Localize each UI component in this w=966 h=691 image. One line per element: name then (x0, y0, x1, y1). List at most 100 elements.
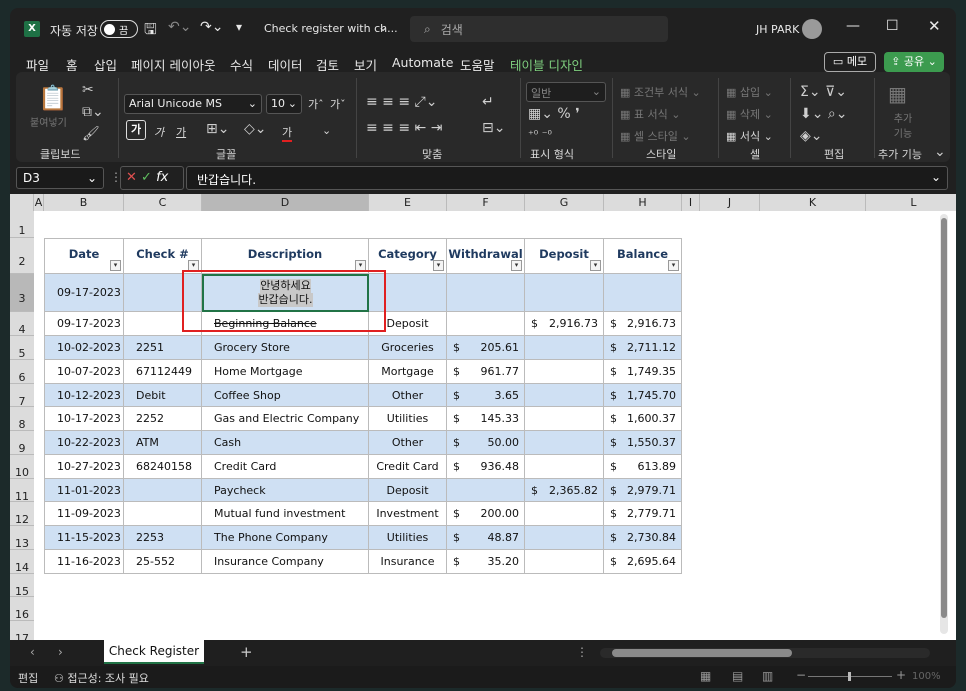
worksheet-grid[interactable]: A B C D E F G H I J K L 1 2 3 4 5 6 7 8 9 10 11 12 13 14 15 16 17 Dat… (10, 194, 956, 640)
row-header-16[interactable]: 16 (10, 597, 34, 621)
row-header-8[interactable]: 8 (10, 407, 34, 431)
copy-icon[interactable]: ⧉⌄ (82, 104, 104, 120)
column-header-i[interactable]: I (682, 194, 700, 211)
table-cell[interactable]: 10-07-2023 (44, 360, 124, 384)
currency-icon[interactable]: ▦⌄ % ❜ (528, 106, 580, 122)
row-header-2[interactable]: 2 (10, 238, 34, 274)
insert-cells-button[interactable]: ▦ 삽입 ⌄ (726, 84, 773, 100)
zoom-out-icon[interactable]: − (796, 668, 806, 682)
filter-dropdown-icon[interactable]: ▾ (590, 260, 601, 271)
phonetic-icon[interactable]: ⌄ (322, 124, 331, 137)
format-painter-icon[interactable]: 🖌 (82, 126, 100, 142)
cell-styles-button[interactable]: ▦ 셀 스타일 ⌄ (620, 128, 691, 144)
table-cell[interactable]: Utilities (369, 526, 447, 550)
table-cell[interactable]: 10-02-2023 (44, 336, 124, 360)
table-cell[interactable]: 11-15-2023 (44, 526, 124, 550)
zoom-level[interactable]: 100% (912, 671, 941, 682)
column-header-k[interactable]: K (760, 194, 866, 211)
avatar[interactable] (802, 19, 822, 39)
column-header-j[interactable]: J (700, 194, 760, 211)
table-cell[interactable]: 68240158 (124, 455, 202, 479)
format-cells-button[interactable]: ▦ 서식 ⌄ (726, 128, 773, 144)
border-icon[interactable]: ⊞⌄ (206, 121, 229, 137)
clear-icon[interactable]: ◈⌄ (800, 128, 823, 144)
scroll-thumb[interactable] (612, 649, 792, 657)
addins-button[interactable]: 추가 기능 (888, 110, 918, 140)
tab-automate[interactable]: Automate (392, 55, 453, 70)
quick-access-more-icon[interactable]: ▾ (236, 20, 242, 34)
view-layout-icon[interactable]: ▤ (732, 669, 743, 683)
table-cell[interactable]: Deposit (369, 479, 447, 502)
autosum-icon[interactable]: Σ⌄ ⊽⌄ (800, 84, 847, 100)
horizontal-scrollbar[interactable] (600, 648, 930, 658)
align-top-icon[interactable]: ≡ ≡ ≡ ⤢⌄ (366, 94, 437, 110)
underline-button[interactable]: 가 (176, 124, 186, 140)
table-cell[interactable]: Groceries (369, 336, 447, 360)
table-cell[interactable]: The Phone Company (202, 526, 369, 550)
row-header-5[interactable]: 5 (10, 336, 34, 360)
cancel-icon[interactable]: ✕ (126, 170, 137, 185)
save-icon[interactable]: 🖫 (144, 19, 157, 44)
align-left-icon[interactable]: ≡ ≡ ≡ ⇤ ⇥ (366, 120, 442, 136)
table-cell[interactable]: 67112449 (124, 360, 202, 384)
table-cell[interactable]: $1,749.35 (604, 360, 682, 384)
zoom-in-icon[interactable]: + (896, 668, 906, 682)
filter-dropdown-icon[interactable]: ▾ (110, 260, 121, 271)
table-cell[interactable]: Insurance (369, 550, 447, 574)
table-cell[interactable]: $613.89 (604, 455, 682, 479)
sheet-next-icon[interactable]: › (58, 645, 63, 659)
cut-icon[interactable]: ✂ (82, 82, 94, 98)
maximize-icon[interactable]: ☐ (886, 18, 899, 34)
table-cell[interactable]: 10-12-2023 (44, 384, 124, 407)
table-cell[interactable]: 25-552 (124, 550, 202, 574)
memo-button[interactable]: ▭ 메모 (824, 52, 876, 72)
table-cell[interactable]: Cash (202, 431, 369, 455)
decimal-icon[interactable]: ⁺⁰ ⁻⁰ (528, 128, 552, 141)
column-header-l[interactable]: L (866, 194, 956, 211)
table-cell[interactable] (525, 431, 604, 455)
conditional-format-button[interactable]: ▦ 조건부 서식 ⌄ (620, 84, 701, 100)
table-cell[interactable] (525, 360, 604, 384)
fill-icon[interactable]: ⬇⌄ ⌕⌄ (800, 106, 847, 122)
table-cell[interactable]: $1,550.37 (604, 431, 682, 455)
row-header-13[interactable]: 13 (10, 526, 34, 550)
table-cell[interactable]: Insurance Company (202, 550, 369, 574)
table-cell[interactable]: $2,365.82 (525, 479, 604, 502)
user-name[interactable]: JH PARK (756, 23, 799, 36)
accessibility-status[interactable]: ⚇ 접근성: 조사 필요 (54, 670, 149, 686)
table-cell[interactable]: Credit Card (369, 455, 447, 479)
wrap-text-icon[interactable]: ↵ (482, 94, 494, 110)
row-header-14[interactable]: 14 (10, 550, 34, 574)
table-cell[interactable]: 2253 (124, 526, 202, 550)
font-color-button[interactable]: 가 (282, 124, 293, 142)
table-cell[interactable]: Other (369, 431, 447, 455)
row-header-4[interactable]: 4 (10, 312, 34, 336)
view-normal-icon[interactable]: ▦ (700, 669, 711, 683)
table-cell[interactable]: 11-16-2023 (44, 550, 124, 574)
filter-dropdown-icon[interactable]: ▾ (433, 260, 444, 271)
table-cell[interactable]: $1,600.37 (604, 407, 682, 431)
table-cell[interactable] (525, 502, 604, 526)
table-cell[interactable] (525, 550, 604, 574)
addins-icon[interactable]: ▦ (888, 82, 907, 106)
merge-icon[interactable]: ⊟⌄ (482, 120, 505, 136)
add-sheet-icon[interactable]: + (240, 643, 253, 661)
table-cell[interactable]: 2251 (124, 336, 202, 360)
font-name-select[interactable]: Arial Unicode MS ⌄ (124, 94, 262, 114)
table-cell[interactable]: $936.48 (447, 455, 525, 479)
redo-icon[interactable]: ↷⌄ (200, 19, 223, 35)
table-cell[interactable] (525, 407, 604, 431)
row-header-12[interactable]: 12 (10, 502, 34, 526)
table-cell[interactable]: Grocery Store (202, 336, 369, 360)
search-box[interactable]: ⌕ 검색 (410, 16, 668, 42)
table-cell[interactable]: Gas and Electric Company (202, 407, 369, 431)
column-header-b[interactable]: B (44, 194, 124, 211)
table-cell[interactable]: ATM (124, 431, 202, 455)
sheet-tab-check-register[interactable]: Check Register (104, 640, 204, 664)
table-cell[interactable]: $2,979.71 (604, 479, 682, 502)
view-pagebreak-icon[interactable]: ▥ (762, 669, 773, 683)
share-button[interactable]: ⇪ 공유 ⌄ (884, 52, 944, 72)
italic-button[interactable]: 가 (154, 124, 164, 140)
table-cell[interactable]: 10-27-2023 (44, 455, 124, 479)
table-cell[interactable]: Investment (369, 502, 447, 526)
